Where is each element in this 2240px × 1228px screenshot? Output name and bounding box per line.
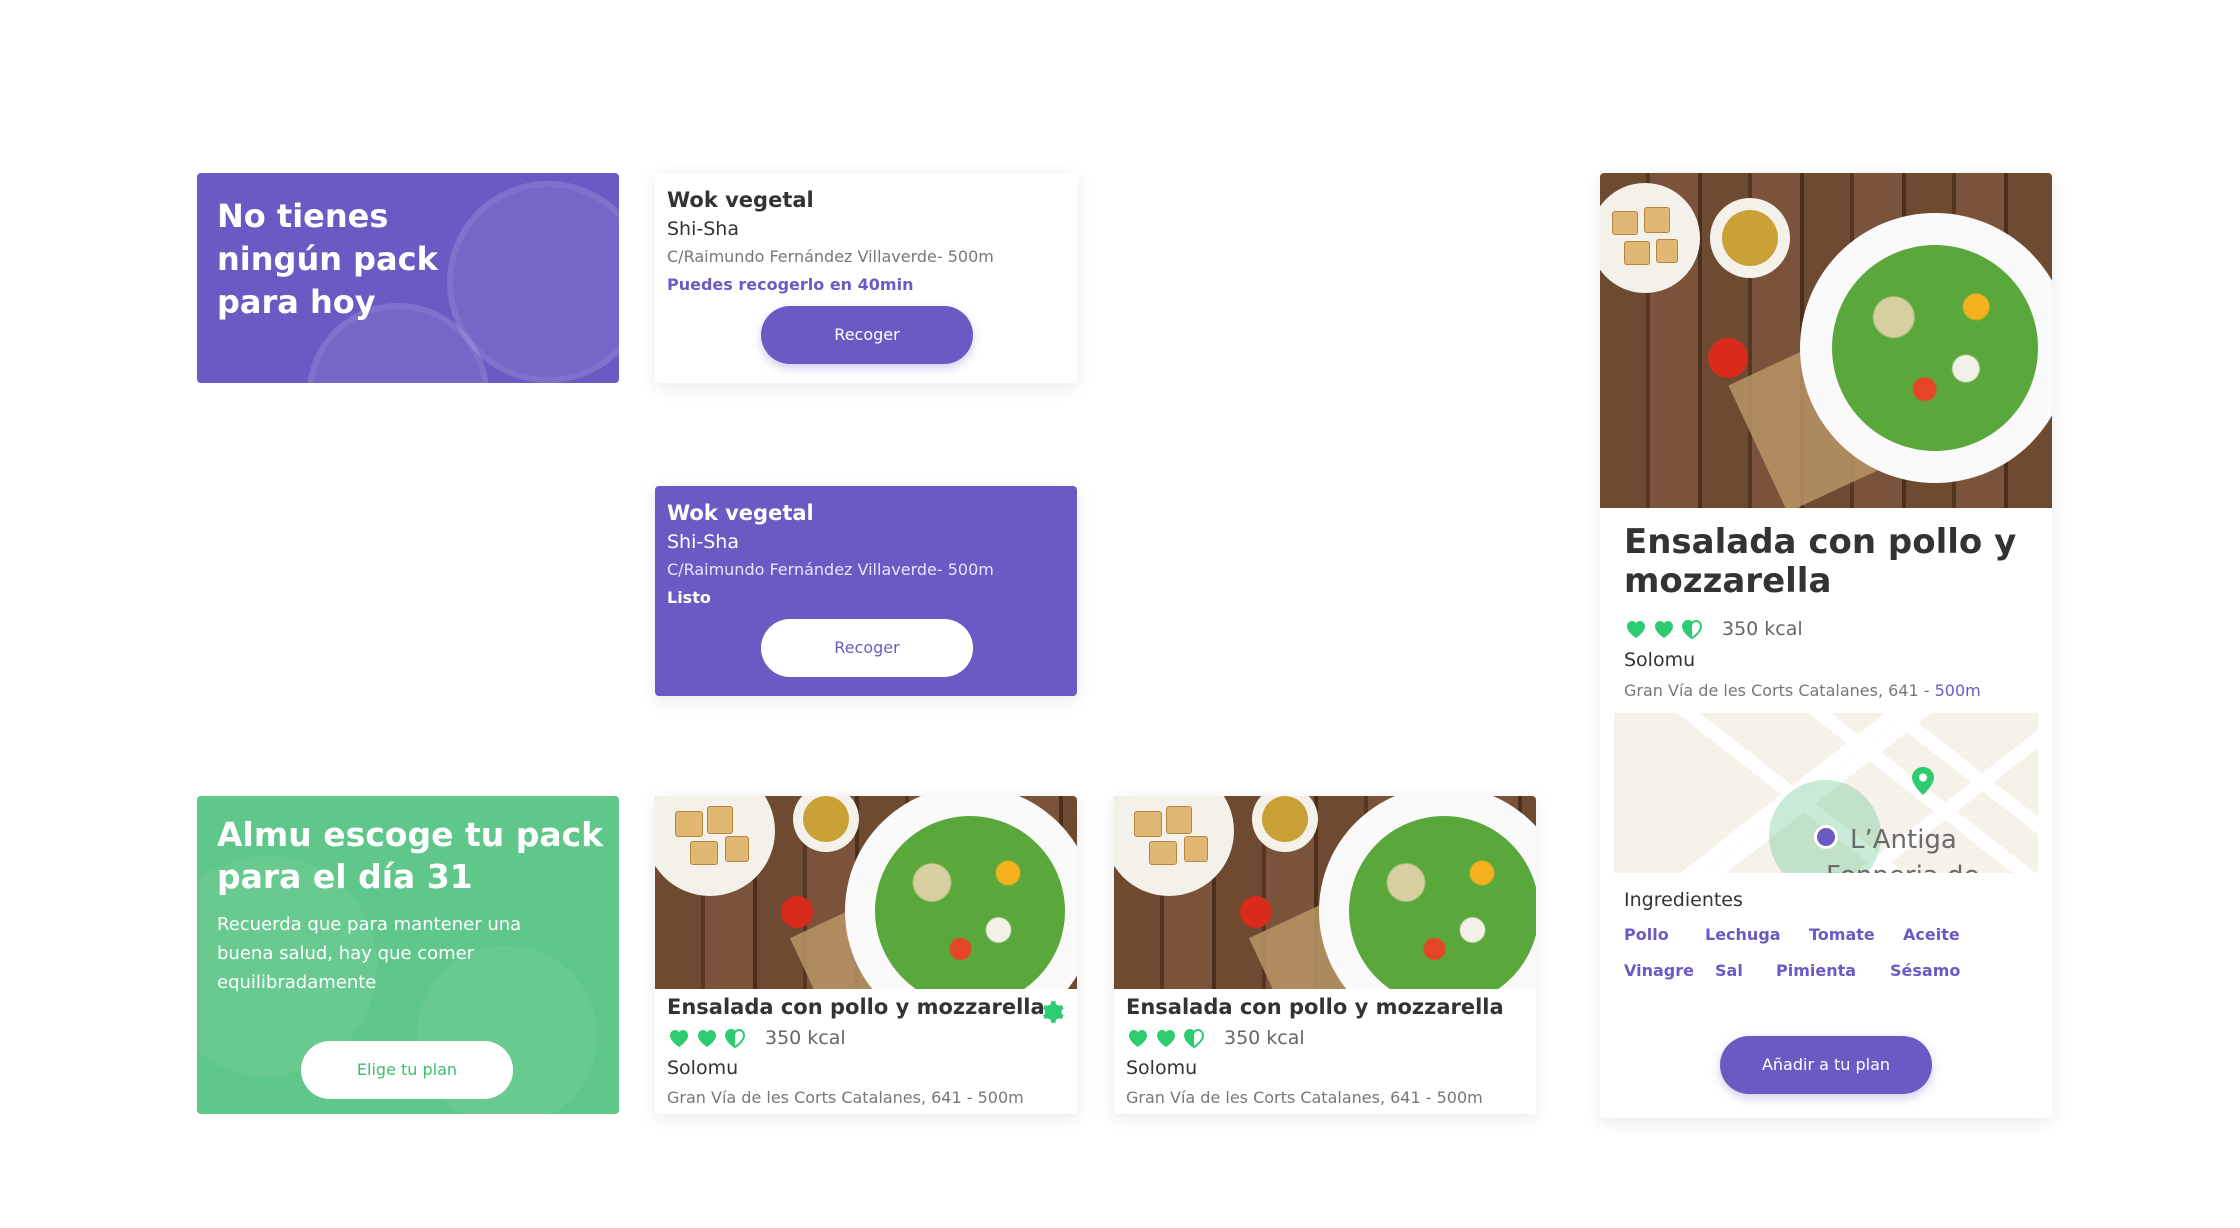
order-card-pending: Wok vegetal Shi-Sha C/Raimundo Fernández… [655,173,1077,383]
ingredients-title: Ingredientes [1624,889,1743,911]
gear-icon[interactable] [1039,999,1065,1025]
salad-detail-card: Ensalada con pollo y mozzarella 350 kcal… [1600,173,2052,1118]
salad-photo [1114,796,1536,989]
choose-pack-title: Almu escoge tu pack para el día 31 [217,815,604,896]
detail-address: Gran Vía de les Corts Catalanes, 641 - 5… [1624,676,1981,706]
detail-restaurant: Solomu [1624,649,1696,671]
location-map[interactable]: L’Antiga Fonneria de [1614,713,2038,873]
salad-card[interactable]: Ensalada con pollo y mozzarella 350 kcal… [655,796,1077,1114]
order-restaurant: Shi-Sha [667,218,739,240]
salad-restaurant: Solomu [1126,1057,1198,1079]
choose-plan-button[interactable]: Elige tu plan [301,1041,513,1099]
ingredient-tag[interactable]: Aceite [1903,925,1960,944]
salad-title: Ensalada con pollo y mozzarella [1126,995,1504,1019]
heart-full-icon [1157,1030,1175,1047]
restaurant-pin-icon[interactable] [1912,767,1934,795]
order-dish-name: Wok vegetal [667,188,814,212]
salad-detail-photo [1600,173,2052,508]
ingredient-tag[interactable]: Sésamo [1890,961,1960,980]
heart-full-icon [1129,1030,1147,1047]
salad-title: Ensalada con pollo y mozzarella [667,995,1045,1019]
salad-restaurant: Solomu [667,1057,739,1079]
user-location-dot [1814,825,1838,849]
order-card-ready: Wok vegetal Shi-Sha C/Raimundo Fernández… [655,486,1077,696]
order-status: Puedes recogerlo en 40min [667,275,914,294]
kcal-value: 350 kcal [1224,1027,1305,1049]
order-dish-name: Wok vegetal [667,501,814,525]
kcal-value: 350 kcal [765,1027,846,1049]
distance-text: 500m [1934,681,1981,700]
rating-hearts: 350 kcal [667,1023,1065,1053]
rating-hearts: 350 kcal [1624,614,1803,644]
pickup-button[interactable]: Recoger [761,619,973,677]
pickup-button[interactable]: Recoger [761,306,973,364]
salad-card[interactable]: Ensalada con pollo y mozzarella 350 kcal… [1114,796,1536,1114]
map-place-label: L’Antiga [1850,825,1957,855]
no-pack-promo-card: No tienes ningún pack para hoy [197,173,619,383]
salad-address: Gran Vía de les Corts Catalanes, 641 - 5… [667,1088,1024,1107]
rating-hearts: 350 kcal [1126,1023,1524,1053]
order-address: C/Raimundo Fernández Villaverde- 500m [667,247,994,266]
order-address: C/Raimundo Fernández Villaverde- 500m [667,560,994,579]
no-pack-title: No tienes ningún pack para hoy [217,197,438,321]
add-to-plan-button[interactable]: Añadir a tu plan [1720,1036,1932,1094]
ingredient-tag[interactable]: Vinagre [1624,961,1694,980]
detail-title: Ensalada con pollo y mozzarella [1624,522,2017,601]
salad-address: Gran Vía de les Corts Catalanes, 641 - 5… [1126,1088,1483,1107]
heart-full-icon [670,1030,688,1047]
heart-half-icon [724,1028,746,1049]
ingredient-tag[interactable]: Tomate [1809,925,1875,944]
kcal-value: 350 kcal [1722,618,1803,640]
order-status: Listo [667,588,711,607]
ingredient-tag[interactable]: Pollo [1624,925,1669,944]
heart-full-icon [1655,621,1673,638]
heart-half-icon [1183,1028,1205,1049]
choose-pack-text: Recuerda que para mantener una buena sal… [217,914,522,993]
choose-pack-promo-card: Almu escoge tu pack para el día 31 Recue… [197,796,619,1114]
ingredient-tag[interactable]: Pimienta [1776,961,1856,980]
salad-photo [655,796,1077,989]
ingredient-tag[interactable]: Lechuga [1705,925,1781,944]
map-place-label-2: Fonneria de [1826,861,1980,873]
address-text: Gran Vía de les Corts Catalanes, 641 - [1624,681,1935,700]
heart-full-icon [698,1030,716,1047]
heart-half-icon [1681,619,1703,640]
heart-full-icon [1627,621,1645,638]
ingredient-tag[interactable]: Sal [1715,961,1743,980]
order-restaurant: Shi-Sha [667,531,739,553]
